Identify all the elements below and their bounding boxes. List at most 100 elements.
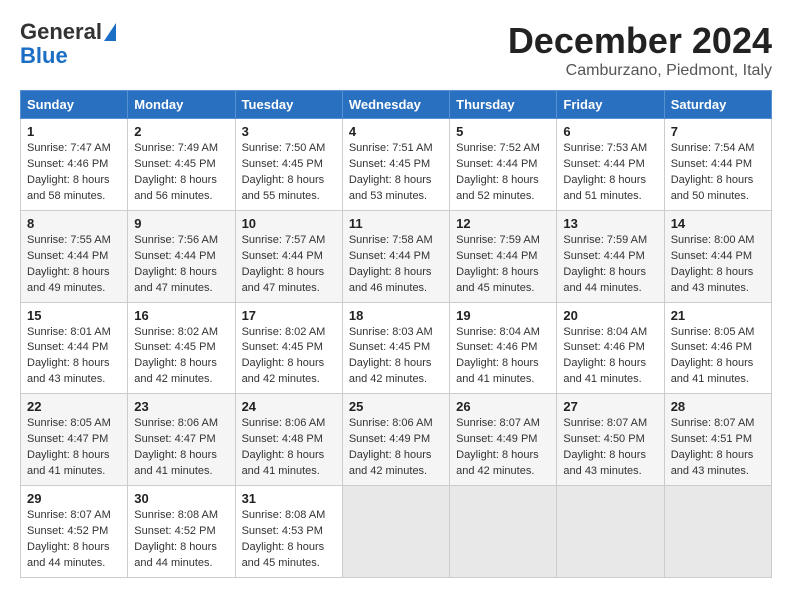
calendar-cell: 23 Sunrise: 8:06 AM Sunset: 4:47 PM Dayl… <box>128 394 235 486</box>
calendar-cell: 28 Sunrise: 8:07 AM Sunset: 4:51 PM Dayl… <box>664 394 771 486</box>
logo-text: General <box>20 20 102 44</box>
day-info: Sunrise: 8:08 AM Sunset: 4:52 PM Dayligh… <box>134 509 218 569</box>
calendar-cell: 17 Sunrise: 8:02 AM Sunset: 4:45 PM Dayl… <box>235 302 342 394</box>
day-number: 23 <box>134 399 228 414</box>
day-info: Sunrise: 8:07 AM Sunset: 4:50 PM Dayligh… <box>563 417 647 477</box>
day-number: 30 <box>134 491 228 506</box>
day-info: Sunrise: 8:07 AM Sunset: 4:52 PM Dayligh… <box>27 509 111 569</box>
day-info: Sunrise: 8:04 AM Sunset: 4:46 PM Dayligh… <box>456 326 540 386</box>
calendar-cell: 1 Sunrise: 7:47 AM Sunset: 4:46 PM Dayli… <box>21 119 128 211</box>
day-number: 27 <box>563 399 657 414</box>
day-info: Sunrise: 7:47 AM Sunset: 4:46 PM Dayligh… <box>27 142 111 202</box>
day-number: 28 <box>671 399 765 414</box>
weekday-header: Friday <box>557 91 664 119</box>
day-number: 25 <box>349 399 443 414</box>
calendar-cell <box>342 486 449 578</box>
logo-general: General <box>20 19 102 44</box>
calendar-title: December 2024 <box>508 20 772 62</box>
day-number: 11 <box>349 216 443 231</box>
calendar-cell: 19 Sunrise: 8:04 AM Sunset: 4:46 PM Dayl… <box>450 302 557 394</box>
day-number: 12 <box>456 216 550 231</box>
calendar-cell: 10 Sunrise: 7:57 AM Sunset: 4:44 PM Dayl… <box>235 210 342 302</box>
day-info: Sunrise: 8:05 AM Sunset: 4:46 PM Dayligh… <box>671 326 755 386</box>
day-info: Sunrise: 7:51 AM Sunset: 4:45 PM Dayligh… <box>349 142 433 202</box>
day-info: Sunrise: 7:50 AM Sunset: 4:45 PM Dayligh… <box>242 142 326 202</box>
day-number: 22 <box>27 399 121 414</box>
calendar-cell: 9 Sunrise: 7:56 AM Sunset: 4:44 PM Dayli… <box>128 210 235 302</box>
day-number: 6 <box>563 124 657 139</box>
day-info: Sunrise: 8:02 AM Sunset: 4:45 PM Dayligh… <box>242 326 326 386</box>
day-number: 13 <box>563 216 657 231</box>
day-info: Sunrise: 8:08 AM Sunset: 4:53 PM Dayligh… <box>242 509 326 569</box>
day-number: 18 <box>349 308 443 323</box>
day-info: Sunrise: 8:06 AM Sunset: 4:48 PM Dayligh… <box>242 417 326 477</box>
calendar-week-row: 1 Sunrise: 7:47 AM Sunset: 4:46 PM Dayli… <box>21 119 772 211</box>
calendar-cell: 27 Sunrise: 8:07 AM Sunset: 4:50 PM Dayl… <box>557 394 664 486</box>
day-number: 8 <box>27 216 121 231</box>
calendar-cell: 5 Sunrise: 7:52 AM Sunset: 4:44 PM Dayli… <box>450 119 557 211</box>
day-info: Sunrise: 8:00 AM Sunset: 4:44 PM Dayligh… <box>671 234 755 294</box>
day-number: 14 <box>671 216 765 231</box>
calendar-cell: 26 Sunrise: 8:07 AM Sunset: 4:49 PM Dayl… <box>450 394 557 486</box>
day-info: Sunrise: 7:58 AM Sunset: 4:44 PM Dayligh… <box>349 234 433 294</box>
day-number: 2 <box>134 124 228 139</box>
calendar-cell: 15 Sunrise: 8:01 AM Sunset: 4:44 PM Dayl… <box>21 302 128 394</box>
day-number: 17 <box>242 308 336 323</box>
calendar-cell: 21 Sunrise: 8:05 AM Sunset: 4:46 PM Dayl… <box>664 302 771 394</box>
calendar-cell: 6 Sunrise: 7:53 AM Sunset: 4:44 PM Dayli… <box>557 119 664 211</box>
calendar-cell: 30 Sunrise: 8:08 AM Sunset: 4:52 PM Dayl… <box>128 486 235 578</box>
calendar-cell: 29 Sunrise: 8:07 AM Sunset: 4:52 PM Dayl… <box>21 486 128 578</box>
weekday-header: Saturday <box>664 91 771 119</box>
calendar-week-row: 15 Sunrise: 8:01 AM Sunset: 4:44 PM Dayl… <box>21 302 772 394</box>
day-number: 31 <box>242 491 336 506</box>
day-number: 4 <box>349 124 443 139</box>
day-info: Sunrise: 8:07 AM Sunset: 4:51 PM Dayligh… <box>671 417 755 477</box>
calendar-cell: 25 Sunrise: 8:06 AM Sunset: 4:49 PM Dayl… <box>342 394 449 486</box>
day-info: Sunrise: 8:07 AM Sunset: 4:49 PM Dayligh… <box>456 417 540 477</box>
weekday-header: Wednesday <box>342 91 449 119</box>
day-number: 21 <box>671 308 765 323</box>
day-number: 1 <box>27 124 121 139</box>
day-number: 29 <box>27 491 121 506</box>
calendar-cell <box>557 486 664 578</box>
calendar-cell: 16 Sunrise: 8:02 AM Sunset: 4:45 PM Dayl… <box>128 302 235 394</box>
calendar-cell <box>450 486 557 578</box>
day-number: 7 <box>671 124 765 139</box>
weekday-header-row: SundayMondayTuesdayWednesdayThursdayFrid… <box>21 91 772 119</box>
title-block: December 2024 Camburzano, Piedmont, Ital… <box>508 20 772 80</box>
day-info: Sunrise: 7:49 AM Sunset: 4:45 PM Dayligh… <box>134 142 218 202</box>
calendar-subtitle: Camburzano, Piedmont, Italy <box>508 62 772 80</box>
calendar-cell: 3 Sunrise: 7:50 AM Sunset: 4:45 PM Dayli… <box>235 119 342 211</box>
day-info: Sunrise: 7:54 AM Sunset: 4:44 PM Dayligh… <box>671 142 755 202</box>
logo-arrow-icon <box>104 23 116 41</box>
weekday-header: Monday <box>128 91 235 119</box>
calendar-cell: 22 Sunrise: 8:05 AM Sunset: 4:47 PM Dayl… <box>21 394 128 486</box>
weekday-header: Sunday <box>21 91 128 119</box>
day-number: 19 <box>456 308 550 323</box>
day-info: Sunrise: 7:57 AM Sunset: 4:44 PM Dayligh… <box>242 234 326 294</box>
logo: General Blue <box>20 20 116 68</box>
calendar-cell: 24 Sunrise: 8:06 AM Sunset: 4:48 PM Dayl… <box>235 394 342 486</box>
calendar-cell: 14 Sunrise: 8:00 AM Sunset: 4:44 PM Dayl… <box>664 210 771 302</box>
day-number: 15 <box>27 308 121 323</box>
day-number: 24 <box>242 399 336 414</box>
day-number: 9 <box>134 216 228 231</box>
calendar-cell: 12 Sunrise: 7:59 AM Sunset: 4:44 PM Dayl… <box>450 210 557 302</box>
calendar-table: SundayMondayTuesdayWednesdayThursdayFrid… <box>20 90 772 578</box>
weekday-header: Thursday <box>450 91 557 119</box>
calendar-cell: 31 Sunrise: 8:08 AM Sunset: 4:53 PM Dayl… <box>235 486 342 578</box>
day-info: Sunrise: 7:56 AM Sunset: 4:44 PM Dayligh… <box>134 234 218 294</box>
page-header: General Blue December 2024 Camburzano, P… <box>20 20 772 80</box>
day-info: Sunrise: 7:55 AM Sunset: 4:44 PM Dayligh… <box>27 234 111 294</box>
day-number: 20 <box>563 308 657 323</box>
weekday-header: Tuesday <box>235 91 342 119</box>
logo-blue: Blue <box>20 44 68 68</box>
calendar-cell: 18 Sunrise: 8:03 AM Sunset: 4:45 PM Dayl… <box>342 302 449 394</box>
calendar-week-row: 29 Sunrise: 8:07 AM Sunset: 4:52 PM Dayl… <box>21 486 772 578</box>
day-number: 3 <box>242 124 336 139</box>
calendar-cell: 11 Sunrise: 7:58 AM Sunset: 4:44 PM Dayl… <box>342 210 449 302</box>
calendar-cell: 2 Sunrise: 7:49 AM Sunset: 4:45 PM Dayli… <box>128 119 235 211</box>
calendar-cell: 7 Sunrise: 7:54 AM Sunset: 4:44 PM Dayli… <box>664 119 771 211</box>
calendar-cell: 20 Sunrise: 8:04 AM Sunset: 4:46 PM Dayl… <box>557 302 664 394</box>
calendar-cell: 8 Sunrise: 7:55 AM Sunset: 4:44 PM Dayli… <box>21 210 128 302</box>
